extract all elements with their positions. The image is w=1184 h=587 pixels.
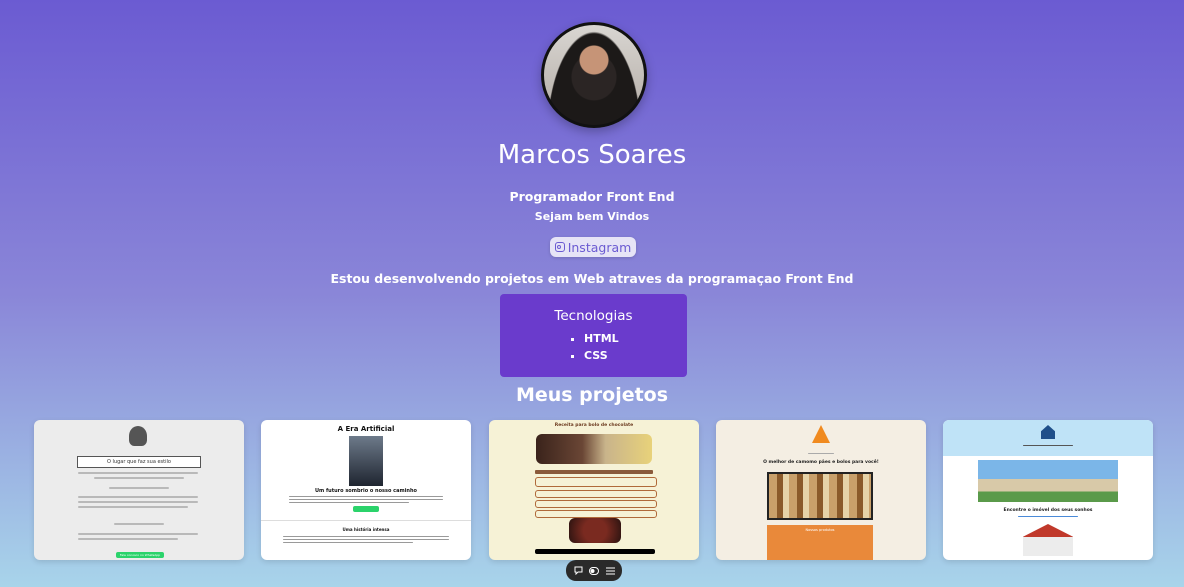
instagram-link[interactable]: Instagram [550,237,636,257]
card-4-heading: O melhor de camomo pães e bolos para voc… [763,460,879,465]
bakery-products-section: Nossos produtos [767,525,873,560]
profile-role: Programador Front End [509,189,675,204]
profile-name: Marcos Soares [497,140,687,170]
welcome-text: Sejam bem Vindos [534,210,650,223]
bakery-display-photo [767,472,873,520]
card-1-heading: O lugar que faz sua estilo [77,456,201,468]
card-2-subheading: Um futuro sombrio o nosso caminho [314,488,417,494]
house-photo [978,460,1118,502]
tech-item: CSS [584,347,687,364]
tech-box: Tecnologias HTML CSS [500,294,687,377]
menu-icon[interactable] [605,566,615,575]
bakery-logo-icon [812,425,830,443]
profile-avatar [541,22,647,128]
project-card-3[interactable]: Receita para bolo de chocolate [489,420,699,560]
card-2-button [353,506,379,512]
floating-toolbar [566,560,622,581]
instagram-icon [554,242,565,252]
toggle-icon[interactable] [589,566,599,575]
tech-list: HTML CSS [500,330,687,364]
card-2-heading: A Era Artificial [337,425,395,433]
card-3-heading: Receita para bolo de chocolate [554,423,634,428]
card-1-whatsapp-button: Fale conosco no WhatsApp [116,552,164,558]
barber-logo-icon [129,426,147,446]
tech-item: HTML [584,330,687,347]
tech-title: Tecnologias [554,308,633,324]
card-4-section: Nossos produtos [805,528,835,532]
project-card-5[interactable]: Encontre o imóvel dos seus sonhos [943,420,1153,560]
project-card-4[interactable]: O melhor de camomo pães e bolos para voc… [716,420,926,560]
profile-description: Estou desenvolvendo projetos em Web atra… [330,271,854,286]
house-model-photo [1023,524,1073,556]
comment-icon[interactable] [573,566,583,575]
instagram-label: Instagram [567,239,632,255]
card-2-section: Uma história intensa [342,527,390,532]
card-5-heading: Encontre o imóvel dos seus sonhos [1003,508,1093,513]
project-card-2[interactable]: A Era Artificial Um futuro sombrio o nos… [261,420,471,560]
cake-photo [536,434,652,464]
book-cover-image [349,436,383,486]
cake-slice-photo [569,518,621,543]
project-card-1[interactable]: O lugar que faz sua estilo Fale conosco … [34,420,244,560]
projects-title: Meus projetos [515,384,669,406]
